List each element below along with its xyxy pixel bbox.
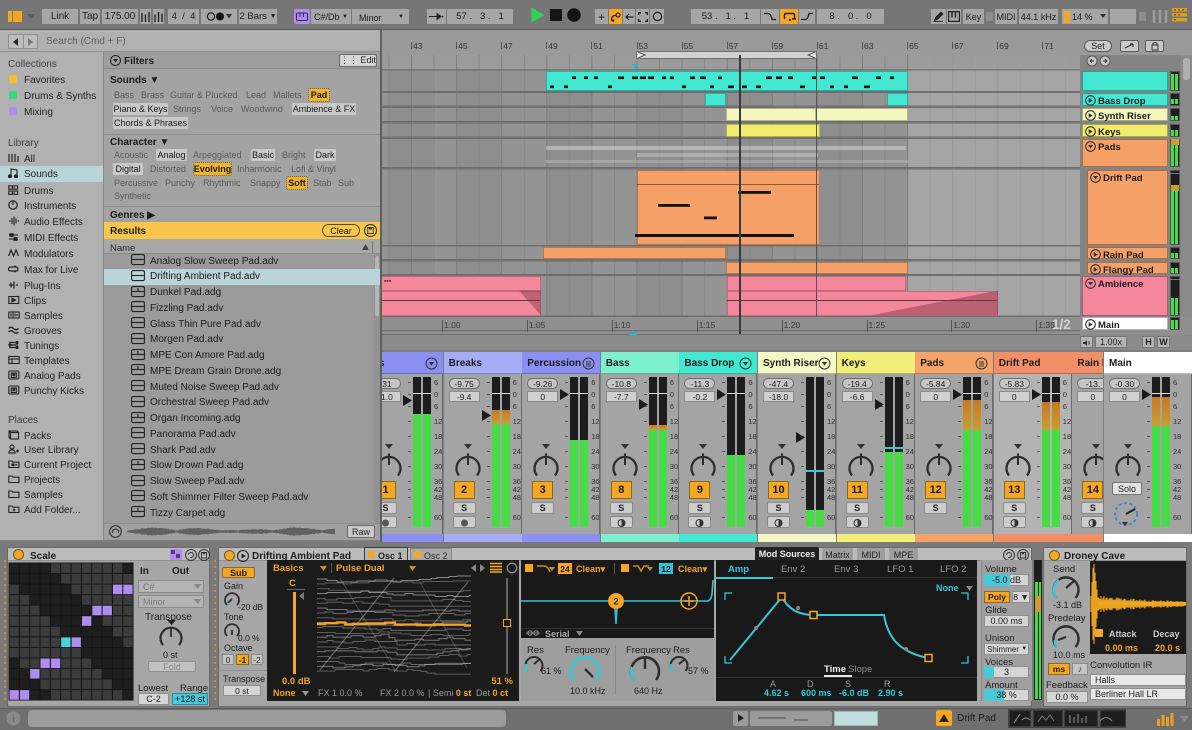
svg-text:i: i <box>12 714 15 725</box>
